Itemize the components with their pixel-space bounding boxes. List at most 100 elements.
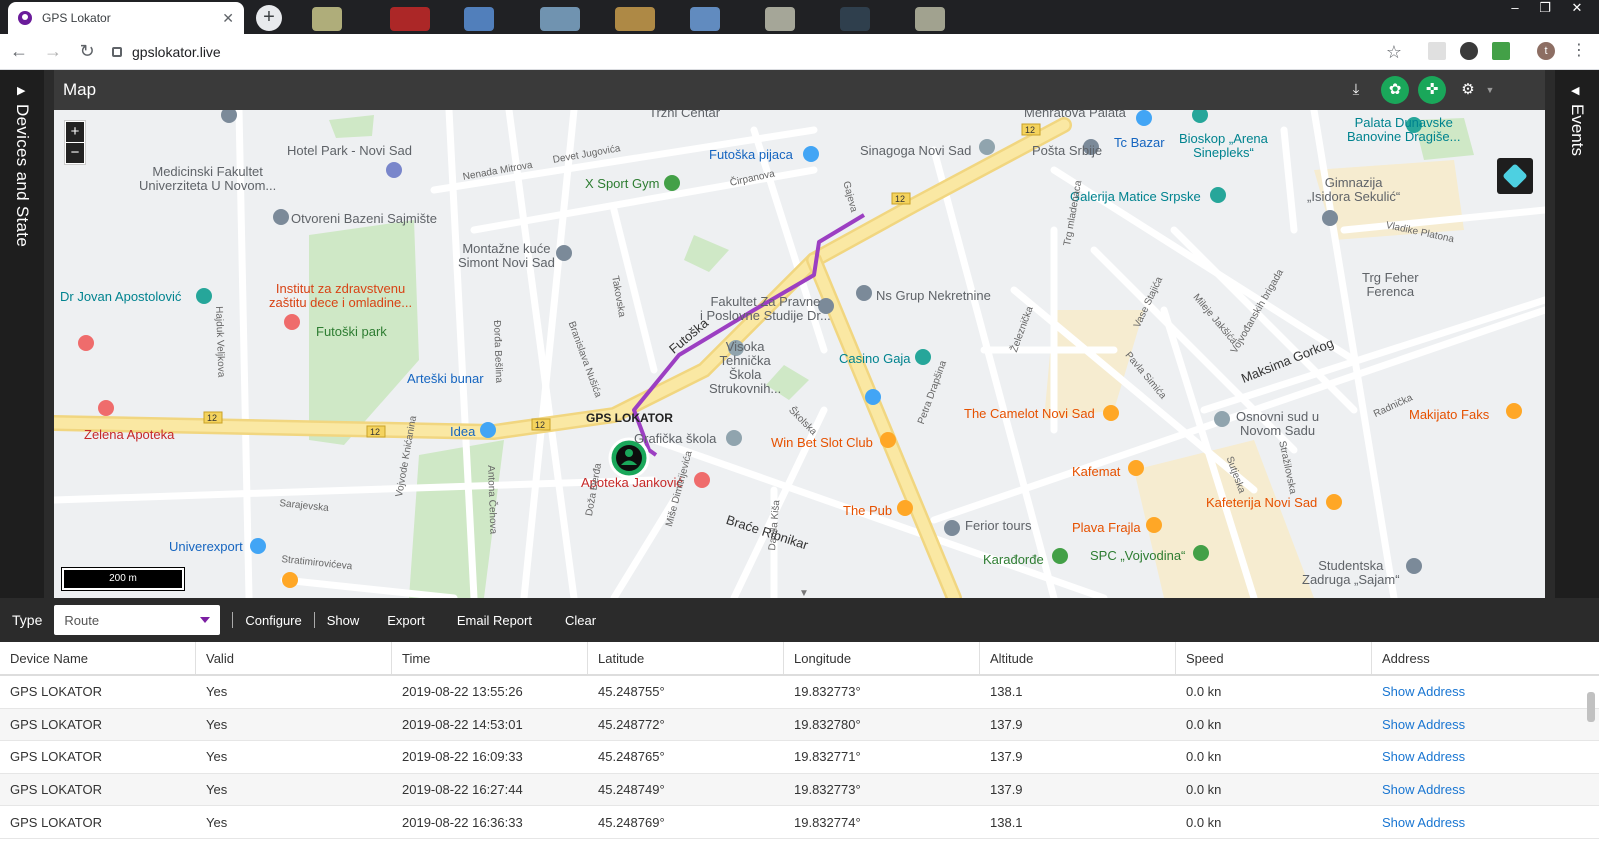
taskbar-app-icon[interactable] xyxy=(915,7,945,31)
map-place-label[interactable]: Ns Grup Nekretnine xyxy=(876,289,991,303)
devices-sidebar-toggle[interactable]: ▶ Devices and State xyxy=(0,70,44,600)
column-header[interactable]: Valid xyxy=(196,642,392,674)
close-tab-icon[interactable]: ✕ xyxy=(222,10,234,27)
show-address-link[interactable]: Show Address xyxy=(1372,676,1599,708)
map-place-label[interactable]: Idea xyxy=(450,425,475,439)
map-place-label[interactable]: Pošta Srbije xyxy=(1032,144,1102,158)
forward-icon[interactable]: → xyxy=(38,41,68,62)
map-place-label[interactable]: Arteški bunar xyxy=(407,372,484,386)
map-place-label[interactable]: Casino Gaja xyxy=(839,352,911,366)
email-report-button[interactable]: Email Report xyxy=(457,613,532,628)
zoom-out-button[interactable]: − xyxy=(66,143,84,163)
map-place-label[interactable]: Institut za zdravstvenu zaštitu dece i o… xyxy=(269,282,412,310)
minimize-icon[interactable]: – xyxy=(1500,0,1530,18)
taskbar-app-icon[interactable] xyxy=(312,7,342,31)
taskbar-app-icon[interactable] xyxy=(765,7,795,31)
map-place-label[interactable]: Otvoreni Bazeni Sajmište xyxy=(291,212,437,226)
paw-icon[interactable]: ✿ xyxy=(1381,76,1409,104)
map-place-label[interactable]: Zelena Apoteka xyxy=(84,428,174,442)
map-place-label[interactable]: Medicinski Fakultet Univerziteta U Novom… xyxy=(139,165,276,193)
table-row[interactable]: GPS LOKATOR Yes 2019-08-22 16:09:33 45.2487… xyxy=(0,741,1599,774)
map-place-label[interactable]: X Sport Gym xyxy=(585,177,659,191)
table-row[interactable]: GPS LOKATOR Yes 2019-08-22 14:53:01 45.2487… xyxy=(0,708,1599,742)
map-place-label[interactable]: Visoka Tehnička Škola Strukovnih... xyxy=(709,340,781,396)
scrollbar-thumb[interactable] xyxy=(1587,692,1595,722)
show-address-link[interactable]: Show Address xyxy=(1372,741,1599,773)
map-place-label[interactable]: Win Bet Slot Club xyxy=(771,436,873,450)
column-header[interactable]: Address xyxy=(1372,642,1599,674)
restore-icon[interactable]: ❐ xyxy=(1530,0,1560,18)
profile-avatar[interactable]: t xyxy=(1537,42,1555,60)
taskbar-app-icon[interactable] xyxy=(390,7,430,31)
taskbar-app-icon[interactable] xyxy=(464,7,494,31)
taskbar-app-icon[interactable] xyxy=(540,7,580,31)
map-place-label[interactable]: Plava Frajla xyxy=(1072,521,1141,535)
map-place-label[interactable]: Tc Bazar xyxy=(1114,136,1165,150)
events-sidebar-toggle[interactable]: ◀ Events xyxy=(1555,70,1599,600)
map-place-label[interactable]: Futoška pijaca xyxy=(709,148,793,162)
taskbar-app-icon[interactable] xyxy=(690,7,720,31)
back-icon[interactable]: ← xyxy=(4,41,34,62)
map-place-label[interactable]: Karađorđe xyxy=(983,553,1044,567)
device-label[interactable]: GPS LOKATOR xyxy=(586,411,673,425)
taskbar-app-icon[interactable] xyxy=(615,7,655,31)
map-place-label[interactable]: Studentska Zadruga „Sajam“ xyxy=(1302,559,1400,587)
address-bar[interactable]: gpslokator.live ☆ xyxy=(112,39,1402,65)
map-place-label[interactable]: The Camelot Novi Sad xyxy=(964,407,1095,421)
show-address-link[interactable]: Show Address xyxy=(1372,806,1599,838)
map-place-label[interactable]: The Pub xyxy=(843,504,892,518)
show-address-link[interactable]: Show Address xyxy=(1372,709,1599,741)
column-header[interactable]: Altitude xyxy=(980,642,1176,674)
window-close-icon[interactable]: ✕ xyxy=(1562,0,1592,18)
column-header[interactable]: Device Name xyxy=(0,642,196,674)
column-header[interactable]: Latitude xyxy=(588,642,784,674)
table-row[interactable]: GPS LOKATOR Yes 2019-08-22 13:55:26 45.2487… xyxy=(0,676,1599,709)
map-place-label[interactable]: Palata Dunavske Banovine Dragiše... xyxy=(1347,116,1460,144)
layers-icon[interactable] xyxy=(1497,158,1533,194)
map-place-label[interactable]: Ferior tours xyxy=(965,519,1031,533)
show-button[interactable]: Show xyxy=(327,613,360,628)
map-place-label[interactable]: Dr Jovan Apostolović xyxy=(60,290,181,304)
reload-icon[interactable]: ↻ xyxy=(72,41,102,62)
crosshair-icon[interactable]: ✜ xyxy=(1418,76,1446,104)
map-place-label[interactable]: Kafeterija Novi Sad xyxy=(1206,496,1317,510)
extension-icon[interactable] xyxy=(1492,42,1510,60)
browser-tab[interactable]: GPS Lokator ✕ xyxy=(8,2,244,34)
clear-button[interactable]: Clear xyxy=(565,613,596,628)
map-place-label[interactable]: Osnovni sud u Novom Sadu xyxy=(1236,410,1319,438)
map-place-label[interactable]: SPC „Vojvodina“ xyxy=(1090,549,1185,563)
map-place-label[interactable]: Kafemat xyxy=(1072,465,1120,479)
chevron-down-icon[interactable]: ▼ xyxy=(1476,76,1504,104)
table-scrollbar[interactable] xyxy=(1585,682,1595,852)
map-place-label[interactable]: Grafička škola xyxy=(634,432,716,446)
map-place-label[interactable]: Makijato Faks xyxy=(1409,408,1489,422)
table-row[interactable]: GPS LOKATOR Yes 2019-08-22 16:27:44 45.2487… xyxy=(0,773,1599,807)
map-place-label[interactable]: Bioskop „Arena Sinepleks“ xyxy=(1179,132,1268,160)
map-place-label[interactable]: Galerija Matice Srpske xyxy=(1070,190,1201,204)
map-place-label[interactable]: Tržni Centar xyxy=(649,110,720,120)
zoom-in-button[interactable]: + xyxy=(66,122,84,142)
extension-icon[interactable] xyxy=(1428,42,1446,60)
new-tab-button[interactable]: + xyxy=(256,5,282,31)
map-place-label[interactable]: Sinagoga Novi Sad xyxy=(860,144,971,158)
collapse-handle-icon[interactable]: ▼ xyxy=(774,589,834,599)
report-type-select[interactable]: Route xyxy=(54,605,221,635)
map-place-label[interactable]: Univerexport xyxy=(169,540,243,554)
table-row[interactable]: GPS LOKATOR Yes 2019-08-22 16:36:33 45.2487… xyxy=(0,806,1599,839)
browser-menu-icon[interactable]: ⋮ xyxy=(1570,42,1588,60)
show-address-link[interactable]: Show Address xyxy=(1372,774,1599,806)
map-place-label[interactable]: Montažne kuće Simont Novi Sad xyxy=(458,242,555,270)
column-header[interactable]: Time xyxy=(392,642,588,674)
bookmark-star-icon[interactable]: ☆ xyxy=(1386,42,1402,63)
map-place-label[interactable]: Fakultet Za Pravne i Poslovne Studije Dr… xyxy=(700,295,831,323)
url-text[interactable]: gpslokator.live xyxy=(132,44,1386,60)
column-header[interactable]: Speed xyxy=(1176,642,1372,674)
map-canvas[interactable]: 12 12 12 12 12 Medicinski Fakultet Unive… xyxy=(54,110,1545,598)
download-icon[interactable]: ⤓ xyxy=(1342,76,1370,104)
map-place-label[interactable]: Gimnazija „Isidora Sekulić“ xyxy=(1307,176,1400,204)
export-button[interactable]: Export xyxy=(387,613,425,628)
column-header[interactable]: Longitude xyxy=(784,642,980,674)
map-place-label[interactable]: Trg Feher Ferenca xyxy=(1362,271,1419,299)
taskbar-app-icon[interactable] xyxy=(840,7,870,31)
configure-button[interactable]: Configure xyxy=(245,613,301,628)
